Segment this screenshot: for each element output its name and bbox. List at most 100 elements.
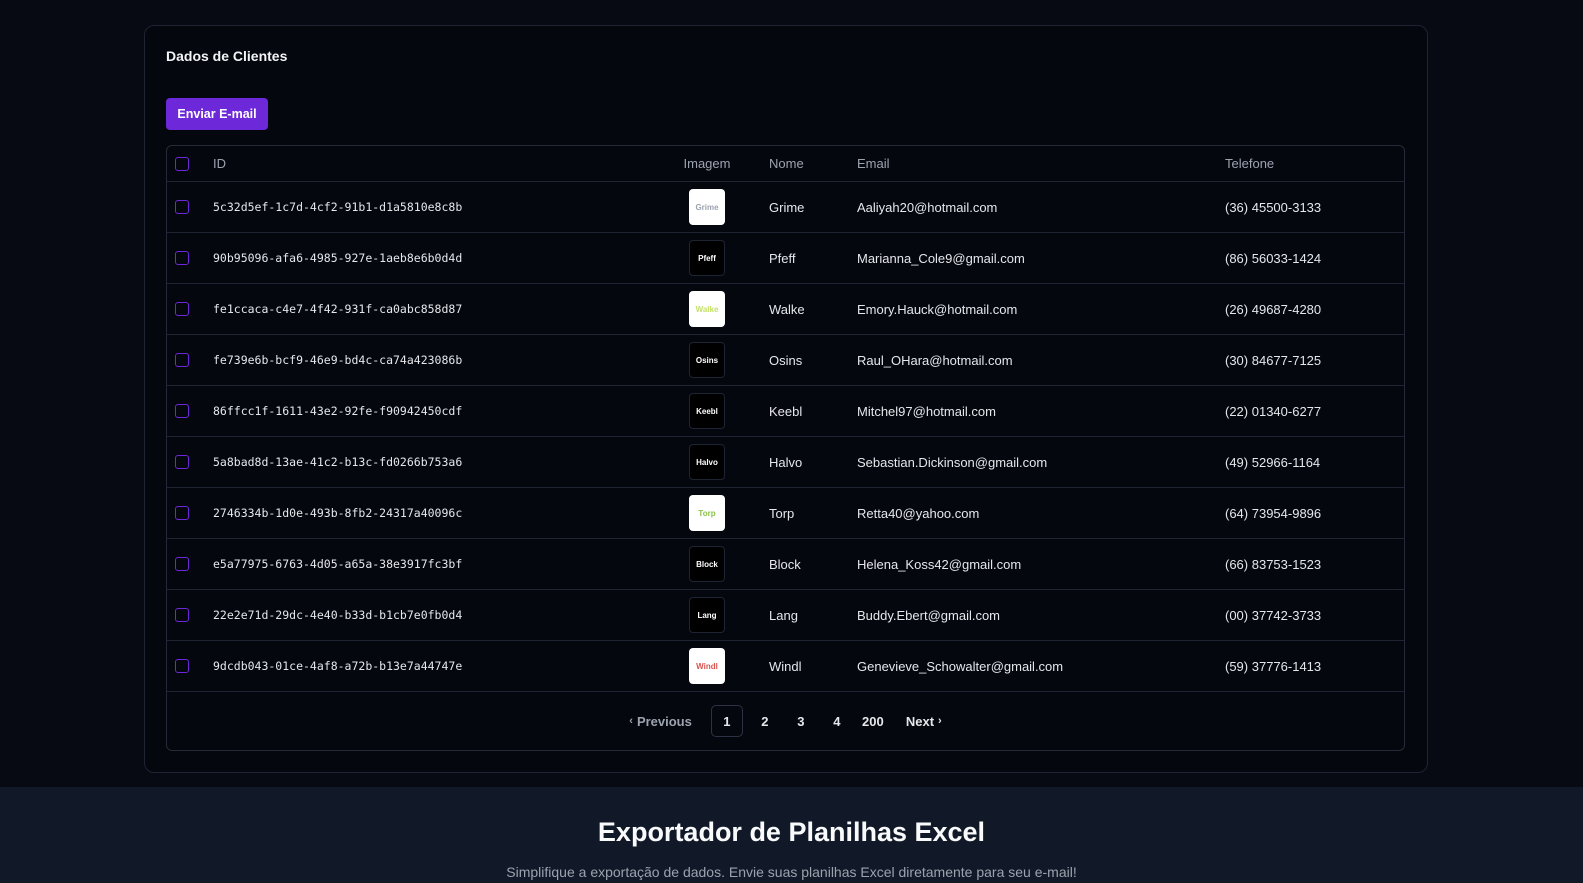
chevron-left-icon: ‹	[629, 715, 633, 727]
page-button-4[interactable]: 4	[819, 705, 855, 737]
header-name: Nome	[769, 156, 804, 171]
clients-card: Dados de Clientes Enviar E-mail ID Image…	[144, 25, 1428, 773]
card-title: Dados de Clientes	[166, 48, 288, 64]
select-all-checkbox[interactable]	[175, 156, 189, 171]
row-id: 22e2e71d-29dc-4e40-b33d-b1cb7e0fb0d4	[213, 608, 463, 622]
row-image: Halvo	[689, 444, 725, 480]
row-checkbox[interactable]	[175, 455, 189, 469]
table-row: 90b95096-afa6-4985-927e-1aeb8e6b0d4d Pfef…	[167, 233, 1404, 284]
table-row: 5c32d5ef-1c7d-4cf2-91b1-d1a5810e8c8b Grim…	[167, 182, 1404, 233]
row-email: Helena_Koss42@gmail.com	[857, 556, 1022, 572]
row-name: Halvo	[769, 454, 803, 470]
row-email: Buddy.Ebert@gmail.com	[857, 607, 1001, 623]
row-select-cell	[175, 335, 195, 385]
row-phone: (36) 45500-3133	[1225, 199, 1322, 215]
row-email: Retta40@yahoo.com	[857, 505, 980, 521]
row-select-cell	[175, 641, 195, 691]
row-image: Block	[689, 546, 725, 582]
next-page-button[interactable]: Next ›	[897, 705, 955, 737]
row-phone: (49) 52966-1164	[1225, 454, 1321, 470]
row-name: Pfeff	[769, 250, 796, 266]
row-image-cell: Windl	[677, 641, 737, 691]
row-image: Windl	[689, 648, 725, 684]
page-button-2[interactable]: 2	[747, 705, 783, 737]
row-id: 86ffcc1f-1611-43e2-92fe-f90942450cdf	[213, 404, 463, 418]
row-name: Block	[769, 556, 801, 572]
row-email: Mitchel97@hotmail.com	[857, 403, 996, 419]
row-image: Pfeff	[689, 240, 725, 276]
row-checkbox[interactable]	[175, 506, 189, 520]
row-id: 90b95096-afa6-4985-927e-1aeb8e6b0d4d	[213, 251, 463, 265]
row-image-cell: Walke	[677, 284, 737, 334]
row-name: Osins	[769, 352, 803, 368]
row-select-cell	[175, 539, 195, 589]
row-select-cell	[175, 284, 195, 334]
row-name: Keebl	[769, 403, 803, 419]
row-phone: (59) 37776-1413	[1225, 658, 1322, 674]
row-id: 9dcdb043-01ce-4af8-a72b-b13e7a44747e	[213, 659, 463, 673]
row-email: Genevieve_Schowalter@gmail.com	[857, 658, 1064, 674]
page-button-1[interactable]: 1	[710, 705, 743, 737]
row-image: Osins	[689, 342, 725, 378]
row-checkbox[interactable]	[175, 557, 189, 571]
row-checkbox[interactable]	[175, 200, 189, 214]
row-image-cell: Torp	[677, 488, 737, 538]
row-image-cell: Osins	[677, 335, 737, 385]
header-phone: Telefone	[1225, 156, 1275, 171]
row-phone: (30) 84677-7125	[1225, 352, 1322, 368]
header-email: Email	[857, 156, 890, 171]
row-select-cell	[175, 182, 195, 232]
row-email: Emory.Hauck@hotmail.com	[857, 301, 1018, 317]
table-row: 5a8bad8d-13ae-41c2-b13c-fd0266b753a6 Halv…	[167, 437, 1404, 488]
row-image: Walke	[689, 291, 725, 327]
row-image-cell: Pfeff	[677, 233, 737, 283]
send-email-button[interactable]: Enviar E-mail	[166, 98, 268, 130]
table-row: fe739e6b-bcf9-46e9-bd4c-ca74a423086b Osin…	[167, 335, 1404, 386]
footer-title: Exportador de Planilhas Excel	[597, 817, 986, 847]
row-id: fe1ccaca-c4e7-4f42-931f-ca0abc858d87	[213, 302, 463, 316]
row-id: e5a77975-6763-4d05-a65a-38e3917fc3bf	[213, 557, 463, 571]
previous-page-button[interactable]: ‹ Previous	[616, 705, 701, 737]
row-checkbox[interactable]	[175, 302, 189, 316]
table-header-row: ID Imagem Nome Email Telefone	[167, 146, 1404, 182]
table-row: fe1ccaca-c4e7-4f42-931f-ca0abc858d87 Walk…	[167, 284, 1404, 335]
row-image-cell: Halvo	[677, 437, 737, 487]
row-checkbox[interactable]	[175, 608, 189, 622]
row-image-cell: Keebl	[677, 386, 737, 436]
row-image-cell: Grime	[677, 182, 737, 232]
table-row: 2746334b-1d0e-493b-8fb2-24317a40096c Torp…	[167, 488, 1404, 539]
row-id: 5c32d5ef-1c7d-4cf2-91b1-d1a5810e8c8b	[213, 200, 463, 214]
row-image: Torp	[689, 495, 725, 531]
previous-label: Previous	[636, 713, 692, 729]
page-button-3[interactable]: 3	[783, 705, 819, 737]
row-name: Walke	[769, 301, 805, 317]
row-id: 2746334b-1d0e-493b-8fb2-24317a40096c	[213, 506, 463, 520]
row-email: Raul_OHara@hotmail.com	[857, 352, 1013, 368]
row-checkbox[interactable]	[175, 251, 189, 265]
row-id: 5a8bad8d-13ae-41c2-b13c-fd0266b753a6	[213, 455, 463, 469]
row-checkbox[interactable]	[175, 659, 189, 673]
row-select-cell	[175, 386, 195, 436]
row-phone: (22) 01340-6277	[1225, 403, 1322, 419]
row-name: Torp	[769, 505, 795, 521]
table-row: 22e2e71d-29dc-4e40-b33d-b1cb7e0fb0d4 Lang…	[167, 590, 1404, 641]
row-image-cell: Lang	[677, 590, 737, 640]
row-email: Aaliyah20@hotmail.com	[857, 199, 998, 215]
row-phone: (64) 73954-9896	[1225, 505, 1322, 521]
row-phone: (66) 83753-1523	[1225, 556, 1322, 572]
row-phone: (00) 37742-3733	[1225, 607, 1322, 623]
pagination: ‹ Previous 1 2 3 4 200 Next ›	[167, 704, 1404, 738]
row-id: fe739e6b-bcf9-46e9-bd4c-ca74a423086b	[213, 353, 463, 367]
row-email: Marianna_Cole9@gmail.com	[857, 250, 1025, 266]
row-checkbox[interactable]	[175, 404, 189, 418]
row-select-cell	[175, 233, 195, 283]
page-button-200[interactable]: 200	[855, 705, 891, 737]
row-image: Grime	[689, 189, 725, 225]
row-checkbox[interactable]	[175, 353, 189, 367]
footer-hero: Exportador de Planilhas Excel Simplifiqu…	[0, 787, 1583, 883]
row-name: Windl	[769, 658, 802, 674]
row-name: Lang	[769, 607, 798, 623]
row-phone: (26) 49687-4280	[1225, 301, 1322, 317]
next-label: Next	[905, 713, 935, 729]
row-image: Lang	[689, 597, 725, 633]
